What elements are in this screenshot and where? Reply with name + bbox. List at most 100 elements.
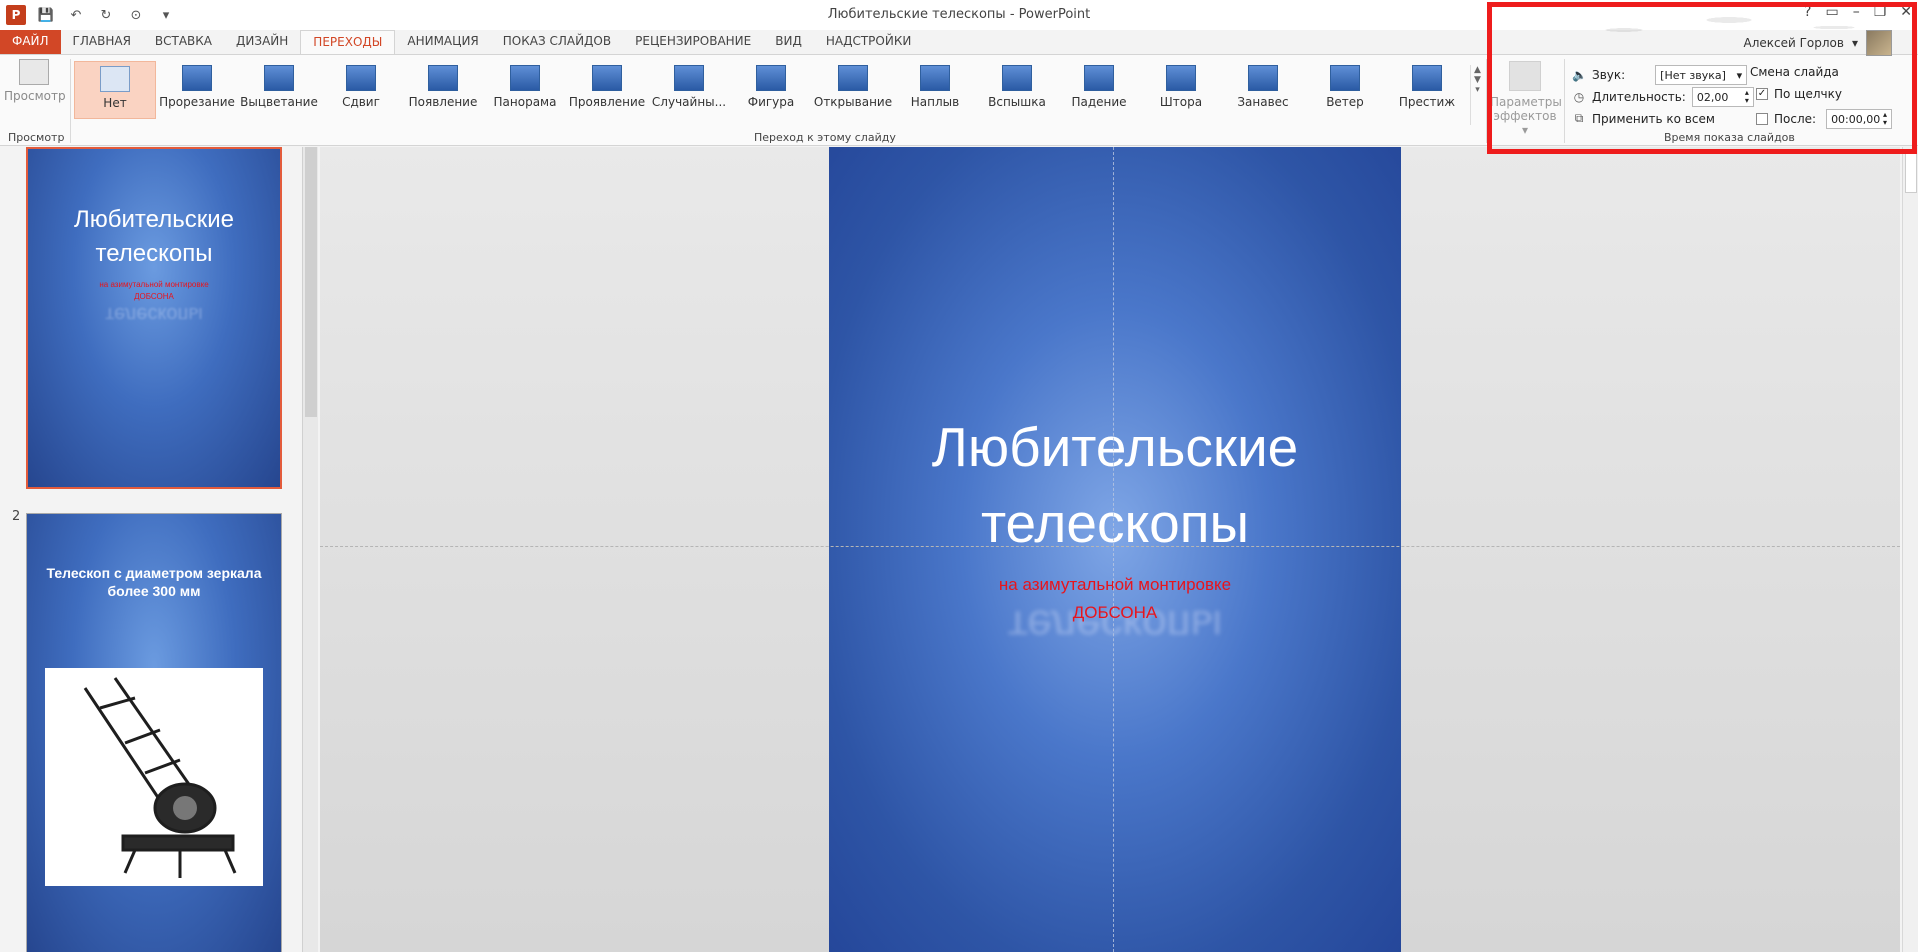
transition-shape[interactable]: Фигура: [730, 61, 812, 119]
speaker-icon: 🔈: [1572, 68, 1587, 82]
spinner-arrows-icon[interactable]: ▴ ▾: [1745, 89, 1749, 105]
thumbnails-scrollbar[interactable]: [302, 147, 318, 952]
spinner-arrows-icon[interactable]: ▴ ▾: [1883, 111, 1887, 127]
duration-value: 02,00: [1696, 90, 1729, 104]
transition-reveal[interactable]: Проявление: [566, 61, 648, 119]
thumb2-title-line1: Телескоп с диаметром зеркала: [46, 565, 262, 581]
canvas-scroll-handle[interactable]: [1905, 151, 1917, 193]
transition-wind[interactable]: Ветер: [1304, 61, 1386, 119]
on-click-checkbox-row[interactable]: ✓ По щелчку: [1756, 87, 1842, 101]
transition-push[interactable]: Сдвиг: [320, 61, 402, 119]
canvas-scrollbar[interactable]: [1902, 147, 1918, 952]
transition-fade-icon: [264, 65, 294, 91]
transition-reveal-icon: [592, 65, 622, 91]
apply-all-button[interactable]: ⧉ Применить ко всем: [1572, 111, 1715, 126]
transition-curtains[interactable]: Занавес: [1222, 61, 1304, 119]
transition-label: Наплыв: [910, 95, 960, 109]
advance-header-label: Смена слайда: [1750, 65, 1839, 79]
sound-select[interactable]: [Нет звука] ▾: [1655, 65, 1748, 85]
transition-uncover-icon: [838, 65, 868, 91]
slide-subtitle-line1: на азимутальной монтировке: [998, 575, 1232, 594]
tab-transitions[interactable]: ПЕРЕХОДЫ: [300, 30, 396, 54]
slide-thumbnail-2[interactable]: Телескоп с диаметром зеркала более 300 м…: [26, 513, 282, 952]
transition-label: Прорезание: [159, 95, 235, 109]
transition-flash[interactable]: Вспышка: [976, 61, 1058, 119]
help-icon[interactable]: ?: [1804, 4, 1811, 20]
tab-view[interactable]: ВИД: [763, 30, 814, 54]
minimize-icon[interactable]: –: [1853, 4, 1860, 20]
user-account[interactable]: Алексей Горлов ▾: [1743, 30, 1892, 56]
transition-label: Проявление: [568, 95, 646, 109]
gallery-scroll[interactable]: ▲ ▼ ▾: [1470, 65, 1484, 125]
gallery-up-icon[interactable]: ▲: [1471, 65, 1484, 75]
tab-slideshow[interactable]: ПОКАЗ СЛАЙДОВ: [491, 30, 623, 54]
slide-title[interactable]: Любительские телескопы: [829, 409, 1401, 561]
ribbon-display-options-icon[interactable]: ▭: [1825, 4, 1838, 20]
restore-icon[interactable]: ❐: [1874, 4, 1887, 20]
thumb1-title-line2: телескопы: [95, 240, 213, 267]
ribbon-separator: [1564, 59, 1565, 143]
transition-label: Штора: [1159, 95, 1203, 109]
tab-file[interactable]: ФАЙЛ: [0, 30, 61, 54]
tab-design[interactable]: ДИЗАЙН: [224, 30, 300, 54]
after-row: После: 00:00,00 ▴ ▾: [1756, 109, 1893, 129]
transition-label: Сдвиг: [342, 95, 380, 109]
horizontal-guide[interactable]: [320, 546, 1900, 547]
transition-label: Нет: [103, 96, 127, 110]
transition-none-icon: [100, 66, 130, 92]
transition-label: Ветер: [1326, 95, 1364, 109]
close-icon[interactable]: ✕: [1900, 4, 1912, 20]
tab-insert[interactable]: ВСТАВКА: [143, 30, 224, 54]
transition-none[interactable]: Нет: [74, 61, 156, 119]
thumb2-title-line2: более 300 мм: [107, 583, 201, 599]
duration-spinner[interactable]: 02,00 ▴ ▾: [1691, 87, 1754, 107]
effect-options-button[interactable]: Параметры эффектов ▾: [1490, 61, 1562, 137]
transition-cut[interactable]: Прорезание: [156, 61, 238, 119]
ribbon-tabs: ФАЙЛ ГЛАВНАЯ ВСТАВКА ДИЗАЙН ПЕРЕХОДЫ АНИ…: [0, 30, 923, 54]
transition-random-bars-icon: [674, 65, 704, 91]
transition-prestige[interactable]: Престиж: [1386, 61, 1468, 119]
preview-button[interactable]: Просмотр: [4, 59, 66, 117]
thumb2-title: Телескоп с диаметром зеркала более 300 м…: [37, 564, 271, 600]
sound-value: [Нет звука]: [1660, 68, 1726, 82]
transition-fall-over[interactable]: Падение: [1058, 61, 1140, 119]
slide-number-2: 2: [12, 509, 21, 524]
transition-cut-icon: [182, 65, 212, 91]
sound-row: 🔈 Звук: [Нет звука] ▾: [1572, 65, 1748, 85]
after-label: После:: [1774, 112, 1817, 126]
transition-wind-icon: [1330, 65, 1360, 91]
vertical-guide[interactable]: [1113, 147, 1114, 952]
tab-addins[interactable]: НАДСТРОЙКИ: [814, 30, 923, 54]
thumb1-title-line1: Любительские: [74, 206, 234, 233]
gallery-more-icon[interactable]: ▾: [1471, 85, 1484, 95]
transition-random-bars[interactable]: Случайны...: [648, 61, 730, 119]
transition-drape[interactable]: Штора: [1140, 61, 1222, 119]
current-slide[interactable]: телескопы Любительские телескопы на азим…: [829, 147, 1401, 952]
transition-cover[interactable]: Наплыв: [894, 61, 976, 119]
slide-thumbnail-1[interactable]: Любительские телескопы на азимутальной м…: [26, 147, 282, 489]
transition-label: Вспышка: [988, 95, 1046, 109]
thumbnails-scroll-handle[interactable]: [305, 147, 317, 417]
gallery-down-icon[interactable]: ▼: [1471, 75, 1484, 85]
after-checkbox[interactable]: [1756, 113, 1768, 125]
telescope-image: [45, 668, 263, 886]
transition-split[interactable]: Панорама: [484, 61, 566, 119]
transition-curtains-icon: [1248, 65, 1278, 91]
tab-home[interactable]: ГЛАВНАЯ: [61, 30, 143, 54]
transition-push-icon: [346, 65, 376, 91]
transition-uncover[interactable]: Открывание: [812, 61, 894, 119]
transition-label: Фигура: [747, 95, 795, 109]
transition-wipe[interactable]: Появление: [402, 61, 484, 119]
transition-fade[interactable]: Выцветание: [238, 61, 320, 119]
tab-review[interactable]: РЕЦЕНЗИРОВАНИЕ: [623, 30, 763, 54]
transition-wipe-icon: [428, 65, 458, 91]
slide-subtitle[interactable]: на азимутальной монтировке ДОБСОНА: [829, 571, 1401, 627]
user-name: Алексей Горлов: [1743, 36, 1844, 50]
thumb1-reflection: телескопы: [28, 299, 280, 329]
transition-gallery: Нет Прорезание Выцветание Сдвиг Появлени…: [74, 61, 1468, 119]
group-label-preview: Просмотр: [8, 131, 65, 144]
after-spinner[interactable]: 00:00,00 ▴ ▾: [1826, 109, 1893, 129]
on-click-checkbox[interactable]: ✓: [1756, 88, 1768, 100]
thumb1-title: Любительские телескопы: [28, 203, 280, 271]
tab-animations[interactable]: АНИМАЦИЯ: [395, 30, 490, 54]
